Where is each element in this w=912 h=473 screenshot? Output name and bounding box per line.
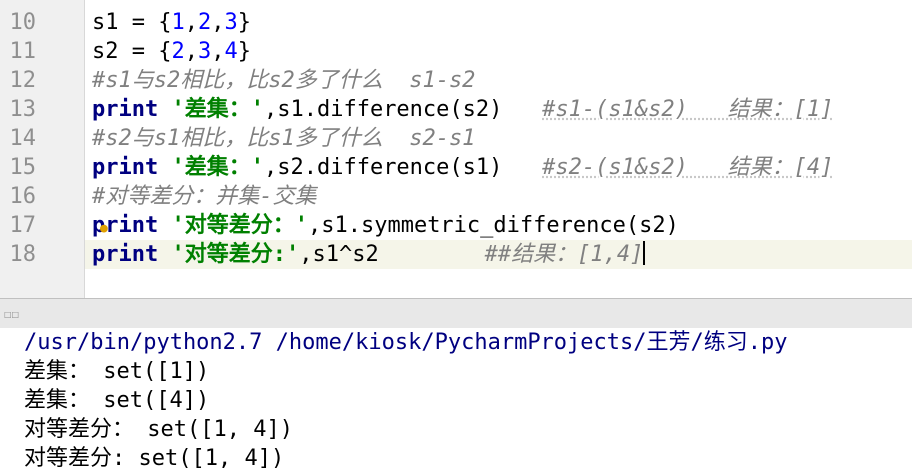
line-number: 17: [9, 213, 37, 238]
code-token: print: [92, 155, 172, 180]
code-line[interactable]: print '差集：',s1.difference(s2) #s1-(s1&s2…: [92, 95, 912, 124]
code-token: #对等差分：并集-交集: [92, 184, 317, 209]
code-line[interactable]: print '对等差分:',s1^s2 ##结果：[1,4]: [92, 240, 912, 269]
code-token: print: [92, 242, 172, 267]
code-line[interactable]: #s2与s1相比，比s1多了什么 s2-s1: [92, 124, 912, 153]
code-token: s2 = {: [92, 39, 172, 64]
code-token: 3: [224, 10, 238, 35]
code-token: ,s1.difference(s2): [263, 97, 543, 122]
code-token: #s2与s1相比，比s1多了什么 s2-s1: [92, 126, 476, 151]
line-number: 12: [9, 68, 37, 93]
code-line[interactable]: s2 = {2,3,4}: [92, 37, 912, 66]
code-token: }: [237, 39, 251, 64]
lightbulb-icon[interactable]: ●: [100, 222, 110, 235]
code-line[interactable]: print '差集：',s2.difference(s1) #s2-(s1&s2…: [92, 153, 912, 182]
code-line[interactable]: s1 = {1,2,3}: [92, 8, 912, 37]
code-token: #s1与s2相比，比s2多了什么 s1-s2: [92, 68, 476, 93]
code-token: 2: [171, 39, 185, 64]
line-number: 18: [9, 242, 37, 267]
code-token: s1 = {: [92, 10, 172, 35]
code-token: ,s2.difference(s1): [263, 155, 543, 180]
code-line[interactable]: #对等差分：并集-交集: [92, 182, 912, 211]
code-token: print: [92, 97, 172, 122]
code-token: ,: [211, 39, 225, 64]
text-caret: [643, 241, 646, 265]
code-token: ##结果：[1,4]: [484, 242, 644, 267]
line-number: 16: [9, 184, 37, 209]
code-token: '对等差分:': [171, 242, 300, 267]
line-number: 13: [9, 97, 37, 122]
run-console[interactable]: /usr/bin/python2.7 /home/kiosk/PycharmPr…: [0, 328, 912, 471]
code-token: '差集：': [171, 97, 264, 122]
console-output-line: 对等差分: set([1, 4]): [24, 446, 285, 471]
code-token: 3: [197, 39, 212, 64]
console-output-line: 对等差分： set([1, 4]): [24, 417, 293, 442]
code-token: 4: [224, 39, 238, 64]
code-token: }: [237, 10, 251, 35]
code-line[interactable]: #s1与s2相比，比s2多了什么 s1-s2: [92, 66, 912, 95]
code-token: 1: [171, 10, 185, 35]
line-number: 11: [9, 39, 37, 64]
code-token: '对等差分：': [171, 213, 308, 238]
code-token: ,s1.symmetric_difference(s2): [307, 213, 679, 238]
code-token: '差集：': [171, 155, 264, 180]
panel-grip-icon[interactable]: □□: [4, 310, 19, 319]
line-number-gutter: 10 11 12 13 14 15 16 17 18: [0, 0, 85, 298]
tool-window-divider[interactable]: □□: [0, 298, 912, 330]
console-output-line: 差集： set([1]): [24, 359, 210, 384]
code-token: 2: [197, 10, 212, 35]
code-token: ,: [211, 10, 225, 35]
code-token: ,s1^s2: [299, 242, 485, 267]
code-token: ,: [184, 10, 198, 35]
console-output-line: 差集： set([4]): [24, 388, 210, 413]
code-token: ,: [184, 39, 198, 64]
console-command-line: /usr/bin/python2.7 /home/kiosk/PycharmPr…: [24, 330, 788, 355]
line-number: 15: [9, 155, 37, 180]
code-token: #s1-(s1&s2) 结果：[1]: [542, 97, 834, 122]
code-editor[interactable]: 10 11 12 13 14 15 16 17 18 s1 = {1,2,3} s2 = {2,3…: [0, 0, 912, 298]
line-number: 10: [9, 10, 37, 35]
code-token: #s2-(s1&s2) 结果：[4]: [542, 155, 834, 180]
line-number: 14: [9, 126, 37, 151]
code-line[interactable]: print '对等差分：',s1.symmetric_difference(s2…: [92, 211, 912, 240]
